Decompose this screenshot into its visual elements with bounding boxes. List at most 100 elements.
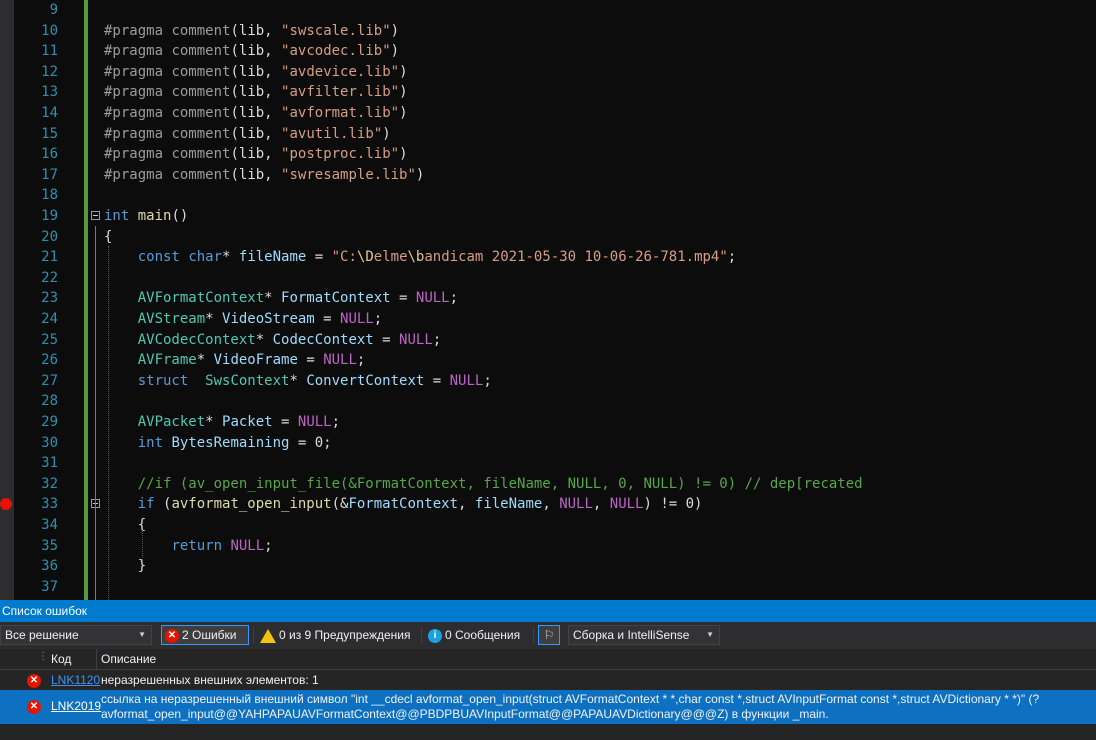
info-icon: i: [428, 628, 442, 643]
code-text[interactable]: AVPacket* Packet = NULL;: [104, 412, 340, 432]
breakpoint-icon[interactable]: [0, 498, 12, 511]
code-line[interactable]: 15 #pragma comment(lib, "avutil.lib"): [0, 124, 1096, 144]
code-line[interactable]: 31: [0, 453, 1096, 473]
line-number: 21: [41, 249, 58, 266]
error-row-selected[interactable]: ✕ LNK2019 ссылка на неразрешенный внешни…: [0, 690, 1096, 724]
code-line[interactable]: 25 AVCodecContext* CodecContext = NULL;: [0, 330, 1096, 350]
code-text[interactable]: const char* fileName = "C:\Delme\bandica…: [104, 247, 737, 267]
code-text[interactable]: #pragma comment(lib, "swresample.lib"): [104, 165, 424, 185]
scope-value: Все решение: [5, 628, 79, 642]
column-header-description[interactable]: Описание: [101, 652, 156, 666]
code-line[interactable]: 37: [0, 577, 1096, 597]
code-line[interactable]: 18: [0, 185, 1096, 205]
panel-title: Список ошибок: [2, 604, 88, 618]
code-line[interactable]: 34 {: [0, 515, 1096, 535]
filter-toggle-button[interactable]: ⚐: [538, 625, 560, 645]
chevron-down-icon: ▼: [138, 630, 146, 639]
line-number: 28: [41, 393, 58, 410]
code-text[interactable]: int BytesRemaining = 0;: [104, 433, 332, 453]
code-line[interactable]: 28: [0, 391, 1096, 411]
errors-filter-button[interactable]: ✕ 2 Ошибки: [161, 625, 249, 645]
scope-dropdown[interactable]: Все решение ▼: [0, 625, 152, 645]
code-text[interactable]: #pragma comment(lib, "avdevice.lib"): [104, 62, 408, 82]
code-line[interactable]: 32 //if (av_open_input_file(&FormatConte…: [0, 474, 1096, 494]
line-number: 22: [41, 269, 58, 286]
line-number: 18: [41, 187, 58, 204]
line-number: 32: [41, 475, 58, 492]
code-text[interactable]: {: [104, 227, 112, 247]
line-number: 26: [41, 352, 58, 369]
code-text[interactable]: return NULL;: [104, 536, 272, 556]
code-line[interactable]: 29 AVPacket* Packet = NULL;: [0, 412, 1096, 432]
code-text[interactable]: AVStream* VideoStream = NULL;: [104, 309, 382, 329]
code-line[interactable]: 17 #pragma comment(lib, "swresample.lib"): [0, 165, 1096, 185]
line-number: 15: [41, 125, 58, 142]
build-filter-dropdown[interactable]: Сборка и IntelliSense ▼: [568, 625, 720, 645]
code-line[interactable]: 10 #pragma comment(lib, "swscale.lib"): [0, 21, 1096, 41]
collapse-icon[interactable]: [91, 211, 100, 220]
code-line[interactable]: 35 return NULL;: [0, 536, 1096, 556]
code-line[interactable]: 12 #pragma comment(lib, "avdevice.lib"): [0, 62, 1096, 82]
chevron-down-icon: ▼: [706, 630, 714, 639]
code-line[interactable]: 19 int main(): [0, 206, 1096, 226]
line-number: 25: [41, 331, 58, 348]
code-text[interactable]: #pragma comment(lib, "postproc.lib"): [104, 144, 408, 164]
code-line[interactable]: 30 int BytesRemaining = 0;: [0, 433, 1096, 453]
line-number: 11: [41, 43, 58, 60]
messages-filter-button[interactable]: i0 Сообщения: [425, 625, 530, 645]
line-number: 33: [41, 496, 58, 513]
sort-icon[interactable]: ⋮: [38, 651, 48, 662]
line-number: 9: [49, 2, 58, 18]
error-list-header: ⋮ Код Описание: [0, 649, 1096, 670]
code-line[interactable]: 26 AVFrame* VideoFrame = NULL;: [0, 350, 1096, 370]
line-number: 35: [41, 537, 58, 554]
code-text[interactable]: AVFrame* VideoFrame = NULL;: [104, 350, 366, 370]
code-text[interactable]: #pragma comment(lib, "avfilter.lib"): [104, 82, 408, 102]
error-icon: ✕: [27, 699, 41, 714]
warnings-filter-label: 0 из 9 Предупреждения: [279, 628, 411, 642]
code-text[interactable]: #pragma comment(lib, "avformat.lib"): [104, 103, 408, 123]
code-text[interactable]: AVFormatContext* FormatContext = NULL;: [104, 288, 458, 308]
code-text[interactable]: struct SwsContext* ConvertContext = NULL…: [104, 371, 492, 391]
code-text[interactable]: }: [104, 556, 146, 576]
error-code-link[interactable]: LNK2019: [51, 699, 101, 713]
panel-title-bar[interactable]: Список ошибок: [0, 600, 1096, 622]
code-line[interactable]: 9: [0, 0, 1096, 20]
code-line[interactable]: 21 const char* fileName = "C:\Delme\band…: [0, 247, 1096, 267]
code-line[interactable]: 33 if (avformat_open_input(&FormatContex…: [0, 494, 1096, 514]
column-header-code[interactable]: Код: [51, 652, 71, 666]
line-number: 24: [41, 311, 58, 327]
code-line[interactable]: 11 #pragma comment(lib, "avcodec.lib"): [0, 41, 1096, 61]
line-number: 13: [41, 84, 58, 101]
line-number: 29: [41, 414, 58, 430]
code-text[interactable]: AVCodecContext* CodecContext = NULL;: [104, 330, 441, 350]
error-code-link[interactable]: LNK1120: [51, 673, 100, 687]
code-text[interactable]: //if (av_open_input_file(&FormatContext,…: [104, 474, 863, 494]
error-row[interactable]: ✕ LNK1120 неразрешенных внешних элементо…: [0, 670, 1096, 690]
code-line[interactable]: 14 #pragma comment(lib, "avformat.lib"): [0, 103, 1096, 123]
line-number: 12: [41, 63, 58, 80]
line-number: 23: [41, 290, 58, 307]
code-text[interactable]: {: [104, 515, 146, 535]
code-line[interactable]: 20 {: [0, 227, 1096, 247]
code-line[interactable]: 22: [0, 268, 1096, 288]
code-text[interactable]: int main(): [104, 206, 188, 226]
code-editor[interactable]: 9 10 #pragma comment(lib, "swscale.lib") 11…: [0, 0, 1096, 600]
error-icon: ✕: [165, 628, 179, 643]
error-description: ссылка на неразрешенный внешний символ "…: [101, 692, 1040, 721]
line-number: 14: [41, 105, 58, 121]
code-line[interactable]: 23 AVFormatContext* FormatContext = NULL…: [0, 288, 1096, 308]
code-text[interactable]: #pragma comment(lib, "avcodec.lib"): [104, 41, 399, 61]
toolbar-separator: [421, 627, 422, 643]
code-text[interactable]: if (avformat_open_input(&FormatContext, …: [104, 494, 703, 514]
code-text[interactable]: #pragma comment(lib, "swscale.lib"): [104, 21, 399, 41]
errors-filter-label: 2 Ошибки: [182, 628, 237, 642]
code-line[interactable]: 24 AVStream* VideoStream = NULL;: [0, 309, 1096, 329]
warnings-filter-button[interactable]: 0 из 9 Предупреждения: [257, 625, 417, 645]
code-line[interactable]: 16 #pragma comment(lib, "postproc.lib"): [0, 144, 1096, 164]
column-divider[interactable]: [96, 649, 97, 669]
code-line[interactable]: 27 struct SwsContext* ConvertContext = N…: [0, 371, 1096, 391]
code-text[interactable]: #pragma comment(lib, "avutil.lib"): [104, 124, 391, 144]
code-line[interactable]: 13 #pragma comment(lib, "avfilter.lib"): [0, 82, 1096, 102]
code-line[interactable]: 36 }: [0, 556, 1096, 576]
